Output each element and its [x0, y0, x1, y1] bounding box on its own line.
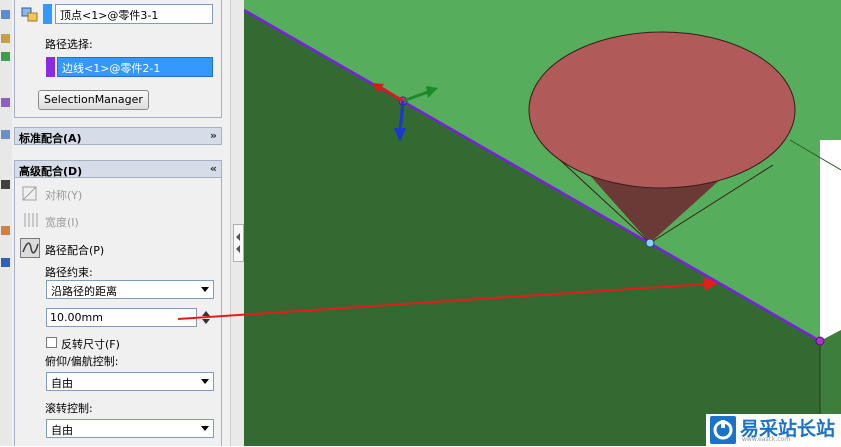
- path-constraint-value: 沿路径的距离: [51, 285, 117, 298]
- config-icon[interactable]: [1, 34, 10, 43]
- mate-icon[interactable]: [1, 98, 10, 107]
- width-option-label[interactable]: 宽度(I): [45, 214, 79, 230]
- graphics-viewport[interactable]: [244, 0, 841, 446]
- annotation-arrow-tail: [177, 313, 246, 320]
- selection-color-swatch: [43, 4, 52, 24]
- display-icon[interactable]: [1, 52, 10, 61]
- advanced-mates-header[interactable]: 高级配合(D) «: [14, 160, 222, 178]
- width-icon[interactable]: [20, 210, 40, 230]
- advanced-mates-title: 高级配合(D): [19, 165, 83, 178]
- splitter-handle[interactable]: [233, 224, 244, 262]
- symmetric-option-label[interactable]: 对称(Y): [45, 187, 82, 203]
- edge-end-point: [815, 336, 825, 346]
- standard-mates-header[interactable]: 标准配合(A) »: [14, 127, 222, 145]
- flip-dimension-checkbox[interactable]: [46, 337, 57, 348]
- selection-manager-button[interactable]: SelectionManager: [38, 90, 149, 110]
- expand-chevron-icon[interactable]: »: [210, 129, 217, 142]
- path-constraint-dropdown[interactable]: 沿路径的距离: [46, 280, 214, 299]
- dropdown-arrow-icon: [201, 426, 209, 431]
- standard-mates-title: 标准配合(A): [19, 132, 82, 145]
- mate-selection-icon: [21, 6, 39, 24]
- pitch-yaw-label: 俯仰/偏航控制:: [45, 355, 119, 368]
- watermark-logo: 易采站长站 www.easck.com: [706, 414, 841, 446]
- tool-icon-b[interactable]: [1, 180, 10, 189]
- cone-vertex-point: [645, 238, 655, 248]
- dropdown-arrow-icon: [201, 379, 209, 384]
- watermark-subtext: www.easck.com: [742, 436, 791, 443]
- pitch-yaw-value: 自由: [51, 377, 73, 390]
- pitch-yaw-dropdown[interactable]: 自由: [46, 372, 214, 391]
- path-selection-field[interactable]: 边线<1>@零件2-1: [57, 57, 213, 77]
- path-color-swatch: [46, 57, 55, 77]
- watermark-icon: [710, 416, 736, 444]
- path-mate-icon[interactable]: [20, 238, 40, 258]
- roll-control-dropdown[interactable]: 自由: [46, 419, 214, 438]
- distance-input[interactable]: 10.00mm: [46, 308, 197, 327]
- path-constraint-label: 路径约束:: [45, 266, 93, 279]
- mate-selections-group: 顶点<1>@零件3-1 路径选择: 边线<1>@零件2-1 SelectionM…: [14, 0, 222, 118]
- tool-icon-d[interactable]: [1, 258, 10, 267]
- path-mate-option-label[interactable]: 路径配合(P): [45, 242, 104, 258]
- path-selection-label: 路径选择:: [45, 38, 93, 51]
- tool-icon-a[interactable]: [1, 130, 10, 139]
- roll-control-value: 自由: [51, 424, 73, 437]
- model-view: [244, 0, 841, 446]
- tool-icon-c[interactable]: [1, 226, 10, 235]
- dropdown-arrow-icon: [201, 287, 209, 292]
- cone-top-face: [528, 31, 796, 189]
- collapse-chevron-icon[interactable]: «: [210, 162, 217, 175]
- panel-splitter[interactable]: [230, 0, 245, 446]
- roll-control-label: 滚转控制:: [45, 402, 93, 415]
- property-manager-icon[interactable]: [1, 10, 10, 19]
- property-manager-panel: 顶点<1>@零件3-1 路径选择: 边线<1>@零件2-1 SelectionM…: [12, 0, 230, 446]
- mate-selection-field[interactable]: 顶点<1>@零件3-1: [55, 4, 213, 24]
- symmetric-icon[interactable]: [20, 184, 40, 204]
- flip-dimension-label[interactable]: 反转尺寸(F): [61, 336, 120, 352]
